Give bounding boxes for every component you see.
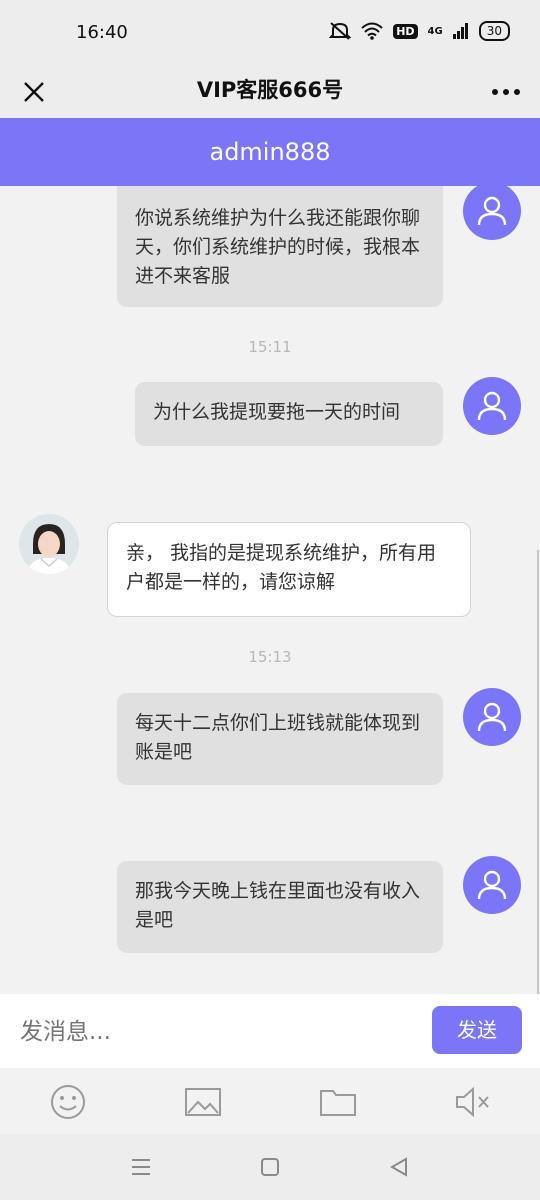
back-icon[interactable] <box>386 1154 412 1180</box>
send-button[interactable]: 发送 <box>432 1006 522 1054</box>
scrollbar[interactable] <box>537 550 539 994</box>
agent-message-bubble: 亲， 我指的是提现系统维护，所有用户都是一样的，请您谅解 <box>107 522 471 617</box>
message-text: 你说系统维护为什么我还能跟你聊天，你们系统维护的时候，我根本进不来客服 <box>135 207 421 287</box>
user-avatar <box>463 856 521 914</box>
title-bar: VIP客服666号 <box>0 64 540 118</box>
user-message-bubble: 那我今天晚上钱在里面也没有收入是吧 <box>117 861 443 953</box>
user-avatar <box>463 377 521 435</box>
message-text: 亲， 我指的是提现系统维护，所有用户都是一样的，请您谅解 <box>126 542 437 593</box>
more-icon[interactable] <box>486 72 526 112</box>
hd-badge: HD <box>393 23 418 39</box>
message-text: 每天十二点你们上班钱就能体现到账是吧 <box>135 712 421 763</box>
user-icon <box>477 702 507 732</box>
battery-icon: 30 <box>478 21 510 41</box>
user-icon <box>477 196 507 226</box>
user-message-bubble: 每天十二点你们上班钱就能体现到账是吧 <box>117 693 443 785</box>
agent-avatar <box>19 514 79 574</box>
status-icons: HD 4G 30 <box>329 21 510 41</box>
emoji-icon[interactable] <box>48 1082 88 1122</box>
user-avatar <box>463 186 521 240</box>
system-nav-bar <box>0 1134 540 1200</box>
agent-photo <box>19 514 79 574</box>
attachment-toolbar <box>0 1068 540 1134</box>
message-text: 为什么我提现要拖一天的时间 <box>153 401 401 423</box>
chat-header: admin888 <box>0 118 540 186</box>
page-title: VIP客服666号 <box>196 78 344 102</box>
status-time: 16:40 <box>76 22 128 43</box>
message-list[interactable]: 你说系统维护为什么我还能跟你聊天，你们系统维护的时候，我根本进不来客服 15:1… <box>0 186 540 994</box>
message-text: 那我今天晚上钱在里面也没有收入是吧 <box>135 880 421 931</box>
timestamp: 15:11 <box>248 338 292 356</box>
wifi-icon <box>361 22 383 40</box>
message-input[interactable] <box>18 1012 402 1052</box>
image-icon[interactable] <box>183 1082 223 1122</box>
user-icon <box>477 391 507 421</box>
user-avatar <box>463 688 521 746</box>
input-bar: 发送 <box>0 994 540 1068</box>
signal-label: 4G <box>427 25 443 37</box>
home-icon[interactable] <box>257 1154 283 1180</box>
mute-icon[interactable] <box>453 1082 493 1122</box>
mute-notification-icon <box>329 22 352 40</box>
signal-icon <box>452 23 468 39</box>
user-message-bubble: 为什么我提现要拖一天的时间 <box>135 382 443 446</box>
folder-icon[interactable] <box>318 1082 358 1122</box>
timestamp: 15:13 <box>248 648 292 666</box>
menu-icon[interactable] <box>128 1154 154 1180</box>
user-message-bubble: 你说系统维护为什么我还能跟你聊天，你们系统维护的时候，我根本进不来客服 <box>117 186 443 307</box>
user-icon <box>477 870 507 900</box>
status-bar: 16:40 HD 4G 30 <box>0 0 540 64</box>
